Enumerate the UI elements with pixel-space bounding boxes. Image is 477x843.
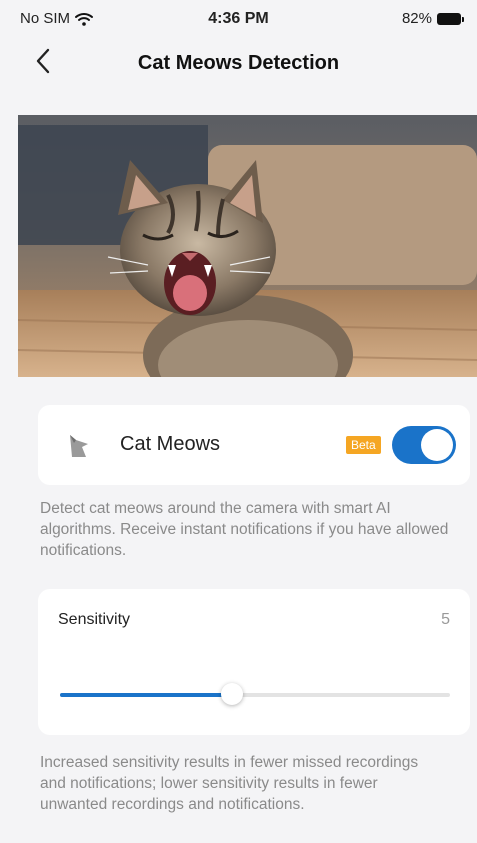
sensitivity-label: Sensitivity [58, 611, 131, 628]
toggle-knob [421, 429, 453, 461]
sensitivity-card: Sensitivity 5 [38, 589, 470, 735]
cat-meows-description: Detect cat meows around the camera with … [40, 500, 449, 559]
sensitivity-note: Increased sensitivity results in fewer m… [40, 754, 419, 813]
cat-meows-label: Cat Meows [120, 433, 221, 455]
nav-bar: Cat Meows Detection [0, 36, 477, 90]
cat-photo [18, 115, 477, 377]
page-title: Cat Meows Detection [137, 52, 340, 74]
cat-meows-card: Cat Meows Beta [38, 405, 470, 485]
slider-fill [60, 693, 232, 697]
cat-photo-illustration [18, 115, 477, 377]
sensitivity-value: 5 [441, 611, 450, 628]
cat-meows-icon [70, 435, 88, 457]
sensitivity-slider[interactable] [60, 683, 450, 705]
battery-percent: 82% [401, 10, 432, 27]
battery-icon [437, 12, 464, 25]
slider-thumb[interactable] [220, 683, 243, 705]
status-right: 82% [401, 10, 464, 27]
status-bar: No SIM 4:36 PM 82% [0, 0, 477, 34]
cat-meows-toggle[interactable] [392, 426, 456, 464]
beta-badge: Beta [346, 436, 381, 454]
